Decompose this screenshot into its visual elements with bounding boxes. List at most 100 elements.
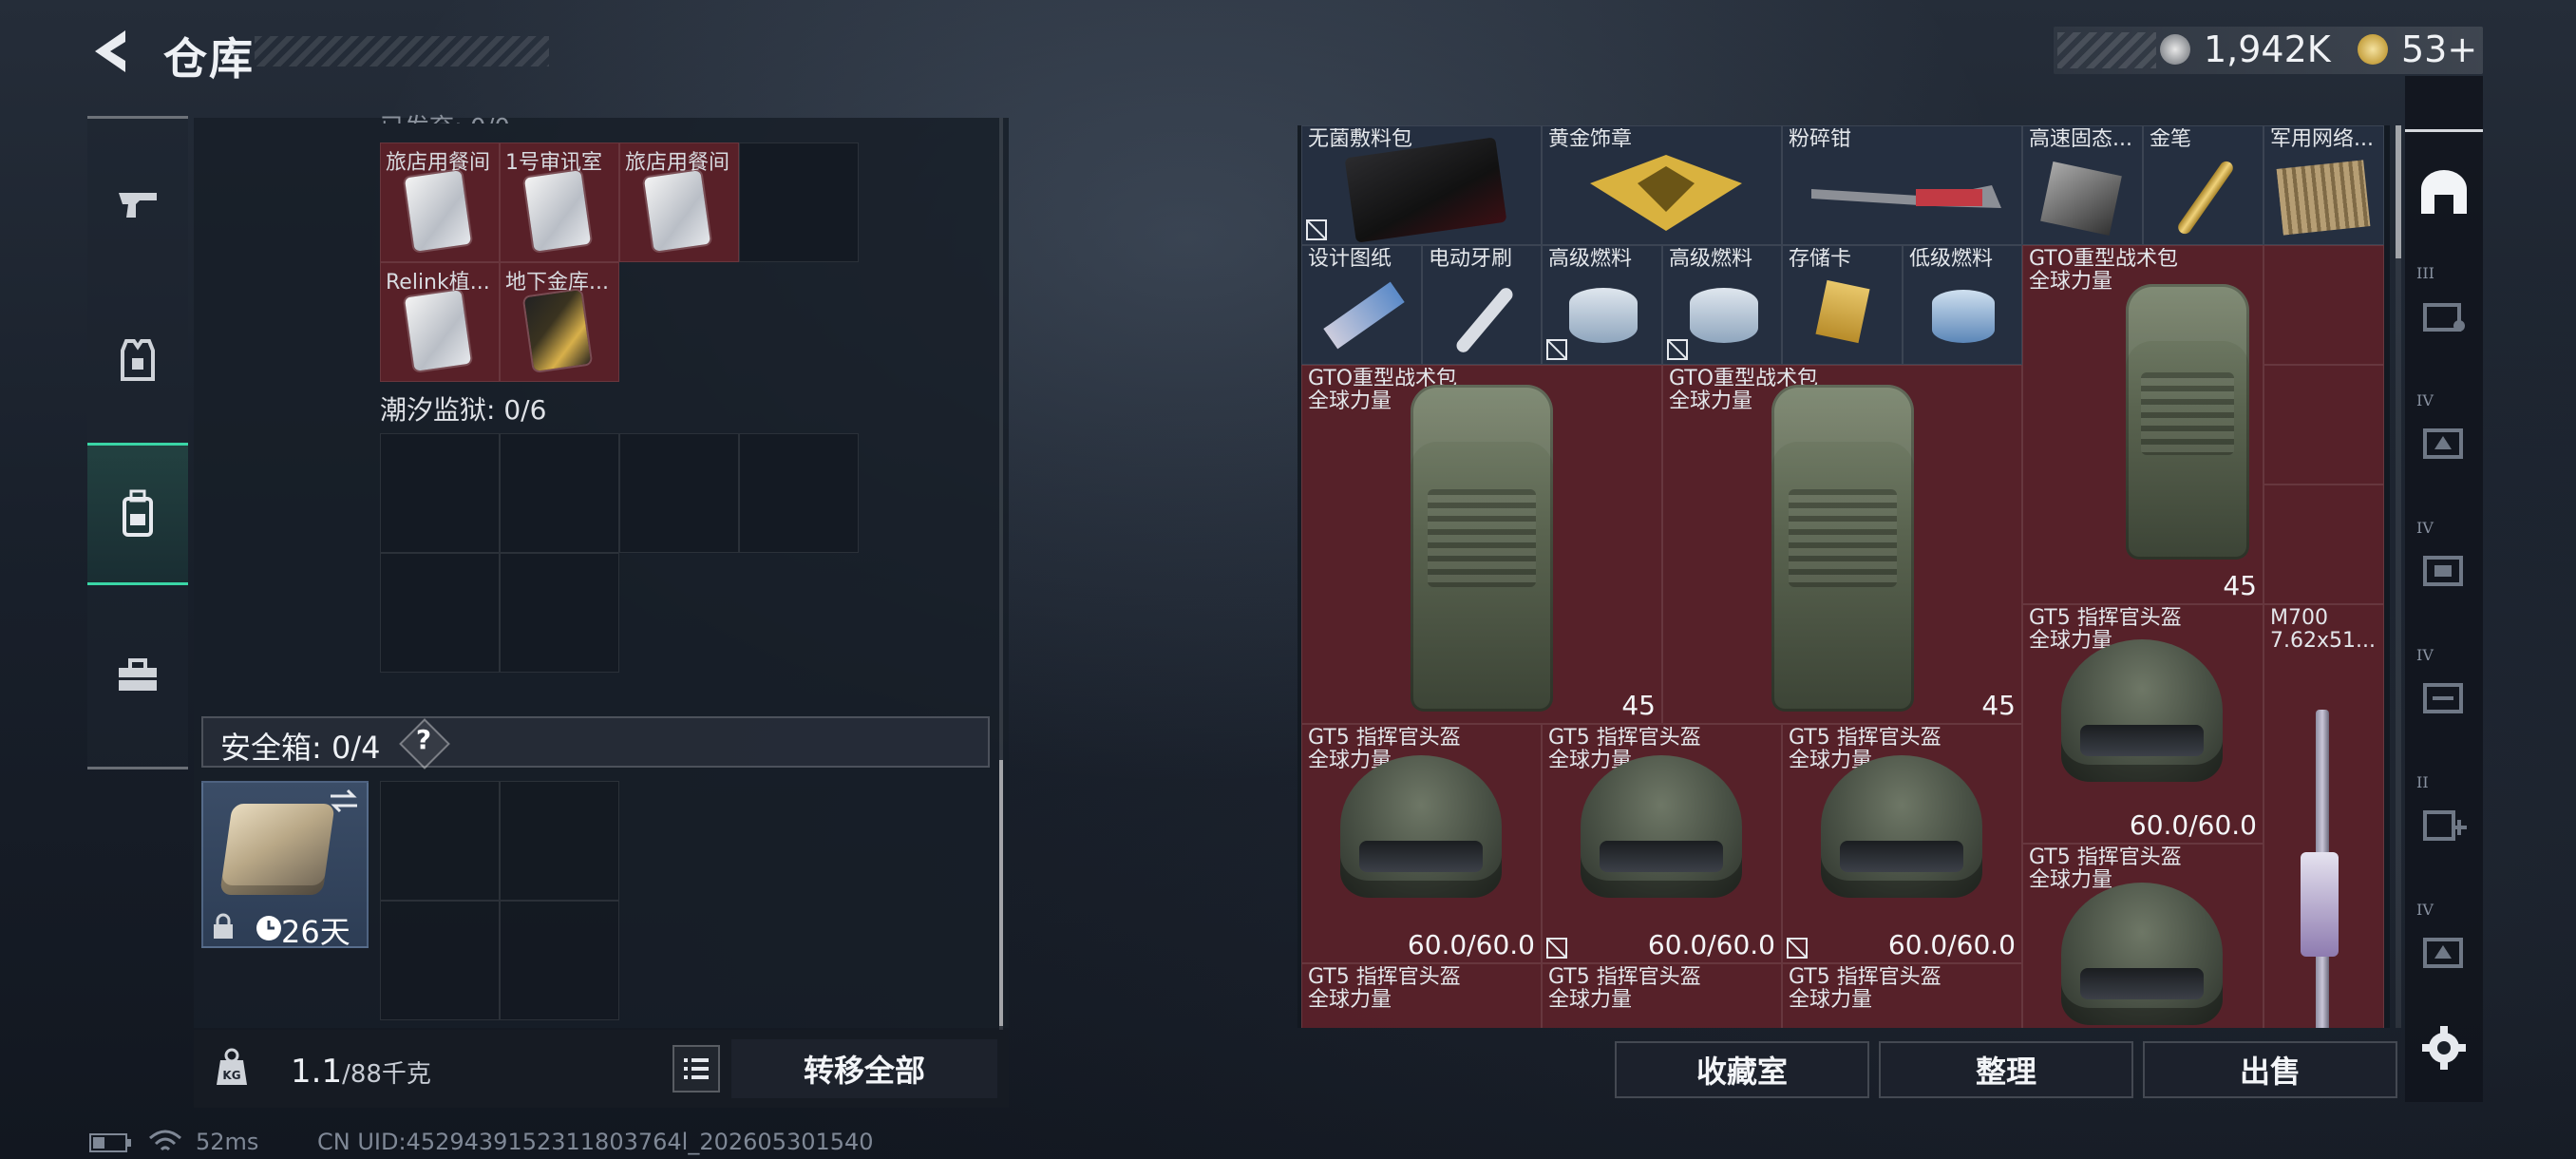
item-name: Relink植... xyxy=(386,271,490,294)
settings-gear-icon[interactable] xyxy=(2420,1024,2468,1072)
nav-backpack[interactable] xyxy=(87,443,188,585)
weight-icon: KG xyxy=(217,1048,247,1085)
helmet-icon xyxy=(1821,755,1982,898)
nav-tools[interactable] xyxy=(87,604,188,747)
item-faction: 全球力量 xyxy=(1548,988,1633,1012)
item-name: GT5 指挥官头盔 xyxy=(1789,966,1941,989)
tactical-backpack-icon xyxy=(1771,385,1914,712)
storage-expansion-icon xyxy=(2423,556,2463,586)
storage-tab[interactable]: IV xyxy=(2405,507,2483,631)
storage-tab[interactable]: IV xyxy=(2405,889,2483,1013)
backpack-item[interactable]: 旅店用餐间 xyxy=(380,142,500,262)
storage-item[interactable]: GT5 指挥官头盔 全球力量 xyxy=(1301,963,1542,1028)
storage-item[interactable]: 黄金饰章 xyxy=(1542,125,1782,245)
storage-item[interactable]: GTO重型战术包 全球力量 45 xyxy=(1301,365,1662,724)
nav-armor[interactable] xyxy=(87,289,188,431)
storage-grid: 无菌敷料包 黄金饰章 粉碎钳 高速固态... 金笔 军用网络... 设计图纸 电… xyxy=(1301,125,2386,1028)
storage-item[interactable]: GT5 指挥官头盔 全球力量 60.0/60.0 xyxy=(1301,724,1542,963)
vest-icon xyxy=(121,339,155,381)
storage-item[interactable]: GT5 指挥官头盔 全球力量 60.0/60.0 xyxy=(2022,604,2263,844)
storage-item[interactable]: 无菌敷料包 xyxy=(1301,125,1542,245)
no-trade-icon xyxy=(1546,339,1567,360)
storage-item[interactable]: GT5 指挥官头盔 全球力量 60.0/60.0 xyxy=(1782,724,2022,963)
currency-silver-amount: 1,942K xyxy=(2204,28,2331,70)
storage-item[interactable]: GT5 指挥官头盔 全球力量 xyxy=(1782,963,2022,1028)
ssd-icon xyxy=(2040,162,2122,236)
storage-expansion-icon xyxy=(2423,938,2463,968)
safe-box-label: 安全箱: 0/4 xyxy=(220,730,381,766)
tier-label: IV xyxy=(2416,646,2434,664)
storage-tab[interactable]: II xyxy=(2405,762,2483,885)
tier-label: IV xyxy=(2416,391,2434,409)
collection-room-button[interactable]: 收藏室 xyxy=(1615,1041,1869,1098)
empty-slot[interactable] xyxy=(739,142,859,262)
empty-slot[interactable] xyxy=(500,433,619,553)
nav-weapons[interactable] xyxy=(87,133,188,276)
backpack-item[interactable]: 旅店用餐间 xyxy=(619,142,739,262)
storage-item[interactable]: 粉碎钳 xyxy=(1782,125,2022,245)
storage-item[interactable]: M700 7.62x51... xyxy=(2263,604,2384,1028)
empty-slot[interactable] xyxy=(500,781,619,901)
empty-slot[interactable] xyxy=(500,901,619,1020)
swap-icon[interactable] xyxy=(327,787,361,815)
storage-item[interactable]: 电动牙刷 xyxy=(1422,245,1542,365)
storage-item[interactable]: 存储卡 xyxy=(1782,245,1903,365)
tier-label: IV xyxy=(2416,901,2434,919)
empty-slot[interactable] xyxy=(380,433,500,553)
empty-slot[interactable] xyxy=(2263,365,2384,484)
back-arrow-icon[interactable] xyxy=(87,25,133,78)
empty-slot[interactable] xyxy=(500,553,619,673)
empty-slot[interactable] xyxy=(2263,245,2384,365)
item-name: 粉碎钳 xyxy=(1789,128,1852,151)
backpack-scroll-thumb[interactable] xyxy=(999,760,1003,1026)
storage-item[interactable]: 军用网络... xyxy=(2263,125,2384,245)
storage-item[interactable]: GT5 指挥官头盔 全球力量 60.0/60.0 xyxy=(1542,724,1782,963)
empty-slot[interactable] xyxy=(2263,484,2384,604)
storage-item[interactable]: GTO重型战术包 全球力量 45 xyxy=(1662,365,2022,724)
backpack-item[interactable]: 1号审讯室 xyxy=(500,142,619,262)
weight-current: 1.1 xyxy=(291,1053,343,1091)
transfer-all-button[interactable]: 转移全部 xyxy=(731,1039,997,1098)
empty-slot[interactable] xyxy=(739,433,859,553)
currency-premium-amount[interactable]: 53+ xyxy=(2401,28,2477,70)
storage-tab[interactable]: IV xyxy=(2405,635,2483,758)
item-durability: 45 xyxy=(1621,690,1656,721)
empty-slot[interactable] xyxy=(380,553,500,673)
title-decoration xyxy=(255,36,549,66)
toothbrush-icon xyxy=(1453,285,1516,355)
item-name: 高速固态... xyxy=(2029,128,2132,151)
backpack-item[interactable]: 地下金库... xyxy=(500,262,619,382)
item-name: GT5 指挥官头盔 xyxy=(1548,966,1701,989)
tier-label: IV xyxy=(2416,519,2434,537)
storage-item[interactable]: GTO重型战术包 全球力量 45 xyxy=(2022,245,2263,604)
empty-slot[interactable] xyxy=(380,901,500,1020)
storage-item[interactable]: 高速固态... xyxy=(2022,125,2143,245)
storage-item[interactable]: 低级燃料 xyxy=(1903,245,2022,365)
storage-item[interactable]: 高级燃料 xyxy=(1542,245,1662,365)
storage-item[interactable]: GT5 指挥官头盔 全球力量 xyxy=(2022,844,2263,1028)
item-name: GT5 指挥官头盔 xyxy=(1308,966,1461,989)
item-faction: 全球力量 xyxy=(1789,988,1873,1012)
section-label-cut: 已发弃: 0/0 xyxy=(380,108,510,124)
item-faction: 全球力量 xyxy=(2029,868,2113,892)
sell-button[interactable]: 出售 xyxy=(2143,1041,2397,1098)
organize-button[interactable]: 整理 xyxy=(1879,1041,2133,1098)
item-name: 高级燃料 xyxy=(1669,248,1753,271)
empty-slot[interactable] xyxy=(619,433,739,553)
item-name: GT5 指挥官头盔 xyxy=(1789,727,1941,750)
storage-item[interactable]: 设计图纸 xyxy=(1301,245,1422,365)
storage-item[interactable]: 高级燃料 xyxy=(1662,245,1782,365)
item-faction: 全球力量 xyxy=(1669,390,1753,413)
storage-scroll-thumb[interactable] xyxy=(2396,125,2401,258)
empty-slot[interactable] xyxy=(380,781,500,901)
item-name: 军用网络... xyxy=(2270,128,2374,151)
backpack-item[interactable]: Relink植... xyxy=(380,262,500,382)
list-view-button[interactable] xyxy=(672,1045,720,1092)
item-durability: 60.0/60.0 xyxy=(1887,929,2016,960)
storage-item[interactable]: GT5 指挥官头盔 全球力量 xyxy=(1542,963,1782,1028)
storage-scrollbar[interactable] xyxy=(2396,125,2401,1028)
storage-tab-main[interactable] xyxy=(2405,129,2483,253)
storage-item[interactable]: 金笔 xyxy=(2143,125,2263,245)
storage-tab[interactable]: III xyxy=(2405,253,2483,376)
storage-tab[interactable]: IV xyxy=(2405,380,2483,504)
